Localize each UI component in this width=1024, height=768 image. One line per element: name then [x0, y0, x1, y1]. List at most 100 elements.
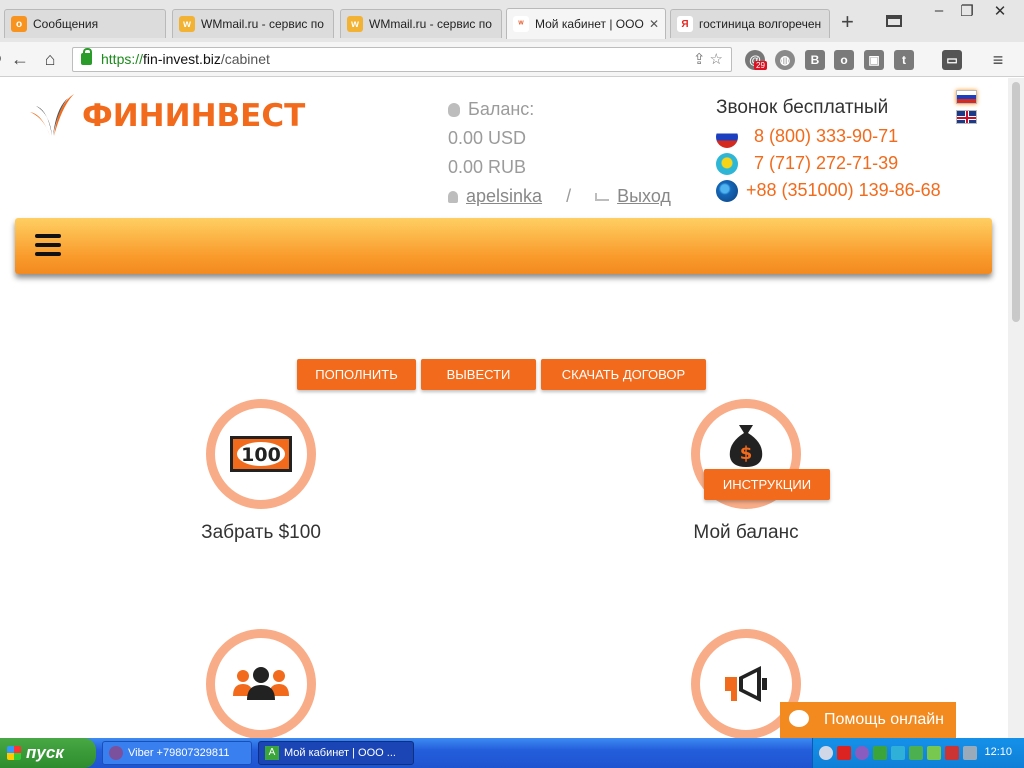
- wmmail-icon: w: [347, 16, 363, 32]
- page-content: ФИНИНВЕСТ Баланс: 0.00 USD 0.00 RUB apel…: [0, 78, 1008, 738]
- feature-label-my-balance[interactable]: Мой баланс: [646, 522, 846, 544]
- balance-rub: 0.00 RUB: [448, 157, 527, 177]
- volume-tray-icon[interactable]: [963, 746, 977, 760]
- taskbar-item-label: Мой кабинет | ООО ...: [284, 747, 396, 759]
- wmmail-icon: w: [179, 16, 195, 32]
- language-tray-icon[interactable]: [945, 746, 959, 760]
- taskbar-item-viber[interactable]: Viber +79807329811: [102, 741, 252, 765]
- tab-title: Мой кабинет | ООО: [535, 17, 644, 31]
- browser-toolbar: ← ⌂ ↻ https://fin-invest.biz/cabinet ⇪ ☆…: [0, 42, 1024, 77]
- username-link[interactable]: apelsinka: [466, 182, 542, 211]
- money-bag-icon: $: [729, 425, 763, 467]
- vk-icon[interactable]: B: [805, 50, 825, 70]
- close-window-icon[interactable]: ✕: [985, 2, 1015, 20]
- twitter-icon[interactable]: t: [894, 50, 914, 70]
- reload-icon[interactable]: ↻: [0, 48, 7, 70]
- viber-icon: [109, 746, 123, 760]
- browser-menu-icon[interactable]: ≡: [988, 50, 1008, 70]
- feature-label-get-100[interactable]: Забрать $100: [161, 522, 361, 544]
- partners-circle[interactable]: [206, 629, 316, 738]
- home-icon[interactable]: ⌂: [38, 48, 62, 70]
- fininvest-icon: ʷ: [513, 16, 529, 32]
- tab-messages[interactable]: o Сообщения: [4, 9, 166, 38]
- utorrent-tray-icon[interactable]: [927, 746, 941, 760]
- help-online-label: Помощь онлайн: [824, 711, 944, 728]
- help-online-button[interactable]: Помощь онлайн: [780, 702, 956, 738]
- close-tab-icon[interactable]: ✕: [649, 17, 659, 31]
- tab-title: WMmail.ru - сервис по: [369, 17, 492, 31]
- logout-icon: [595, 192, 610, 201]
- tab-wmmail-1[interactable]: w WMmail.ru - сервис по: [172, 9, 334, 38]
- phone-kazakhstan[interactable]: 7 (717) 272-71-39: [716, 150, 941, 177]
- share-bookmark-icons[interactable]: ⇪ ☆: [693, 48, 723, 71]
- hamburger-menu-icon[interactable]: [35, 234, 61, 256]
- globe-icon: [716, 179, 738, 202]
- new-tab-button[interactable]: +: [841, 11, 854, 33]
- separator: /: [566, 186, 572, 206]
- url-path: /cabinet: [220, 51, 270, 67]
- address-bar[interactable]: ↻ https://fin-invest.biz/cabinet ⇪ ☆: [0, 47, 732, 72]
- instructions-button[interactable]: ИНСТРУКЦИИ: [704, 469, 830, 500]
- windows-logo-icon: [7, 746, 21, 760]
- page-scrollbar[interactable]: [1008, 78, 1024, 738]
- taskbar-item-label: Viber +79807329811: [128, 747, 230, 759]
- odnoklassniki-icon: o: [11, 16, 27, 32]
- tray-expand-icon[interactable]: [819, 746, 833, 760]
- url-host: fin-invest.biz: [143, 51, 221, 67]
- restore-window-icon[interactable]: ❐: [952, 2, 982, 20]
- language-switcher: [956, 90, 977, 130]
- site-logo[interactable]: ФИНИНВЕСТ: [28, 92, 305, 140]
- user-icon: [448, 190, 458, 203]
- deposit-button[interactable]: ПОПОЛНИТЬ: [297, 359, 416, 390]
- minimize-window-icon[interactable]: –: [924, 2, 954, 19]
- balance-usd: 0.00 USD: [448, 128, 527, 148]
- balance-label: Баланс:: [468, 99, 535, 119]
- phones-panel: Звонок бесплатный 8 (800) 333-90-71 7 (7…: [716, 97, 941, 204]
- yandex-icon: Я: [677, 16, 693, 32]
- chat-extension-icon[interactable]: ▭: [942, 50, 962, 70]
- skype-tray-icon[interactable]: [891, 746, 905, 760]
- viber-tray-icon[interactable]: [855, 746, 869, 760]
- tab-wmmail-2[interactable]: w WMmail.ru - сервис по: [340, 9, 502, 38]
- globe-extension-icon[interactable]: ◍: [775, 50, 795, 70]
- english-language-flag-icon[interactable]: [956, 110, 977, 124]
- tab-hotel-search[interactable]: Я гостиница волгоречен: [670, 9, 830, 38]
- opera-tray-icon[interactable]: [837, 746, 851, 760]
- download-contract-button[interactable]: СКАЧАТЬ ДОГОВОР: [541, 359, 706, 390]
- start-button[interactable]: пуск: [0, 738, 96, 768]
- phone-international[interactable]: +88 (351000) 139-86-68: [716, 177, 941, 204]
- russian-language-flag-icon[interactable]: [956, 90, 977, 104]
- russia-flag-icon: [716, 125, 738, 148]
- inbox-extension-icon[interactable]: ▣: [864, 50, 884, 70]
- logo-swoosh-icon: [30, 94, 74, 136]
- back-icon[interactable]: ←: [8, 48, 32, 70]
- kazakhstan-flag-icon: [716, 152, 738, 175]
- scrollbar-thumb[interactable]: [1012, 82, 1020, 322]
- network-tray-icon[interactable]: [909, 746, 923, 760]
- balance-panel: Баланс: 0.00 USD 0.00 RUB apelsinka / Вы…: [448, 95, 671, 211]
- odnoklassniki-ext-icon[interactable]: o: [834, 50, 854, 70]
- browser-tab-bar: o Сообщения w WMmail.ru - сервис по w WM…: [0, 0, 1024, 42]
- tab-overview-icon[interactable]: [886, 15, 902, 27]
- url-scheme: https://: [101, 51, 144, 67]
- phone-number: +88 (351000) 139-86-68: [746, 180, 941, 200]
- lock-icon: [81, 48, 92, 65]
- phone-russia[interactable]: 8 (800) 333-90-71: [716, 123, 941, 150]
- notification-badge: 29: [754, 61, 767, 70]
- chat-bubble-icon: [789, 710, 809, 727]
- bill-denomination: 100: [241, 444, 281, 466]
- system-tray: 12:10: [812, 738, 1024, 768]
- phone-number: 7 (717) 272-71-39: [754, 153, 899, 173]
- tab-cabinet[interactable]: ʷ Мой кабинет | ООО ✕: [506, 8, 666, 39]
- logout-link[interactable]: Выход: [617, 182, 671, 211]
- tab-title: Сообщения: [33, 17, 99, 31]
- money-bag-icon: [448, 102, 460, 117]
- phone-number: 8 (800) 333-90-71: [754, 126, 899, 146]
- tab-title: гостиница волгоречен: [699, 17, 822, 31]
- withdraw-button[interactable]: ВЫВЕСТИ: [421, 359, 536, 390]
- taskbar-item-browser[interactable]: A Мой кабинет | ООО ...: [258, 741, 414, 765]
- tab-title: WMmail.ru - сервис по: [201, 17, 324, 31]
- app-tray-icon[interactable]: [873, 746, 887, 760]
- get-100-circle[interactable]: 100: [206, 399, 316, 509]
- clock: 12:10: [984, 746, 1012, 758]
